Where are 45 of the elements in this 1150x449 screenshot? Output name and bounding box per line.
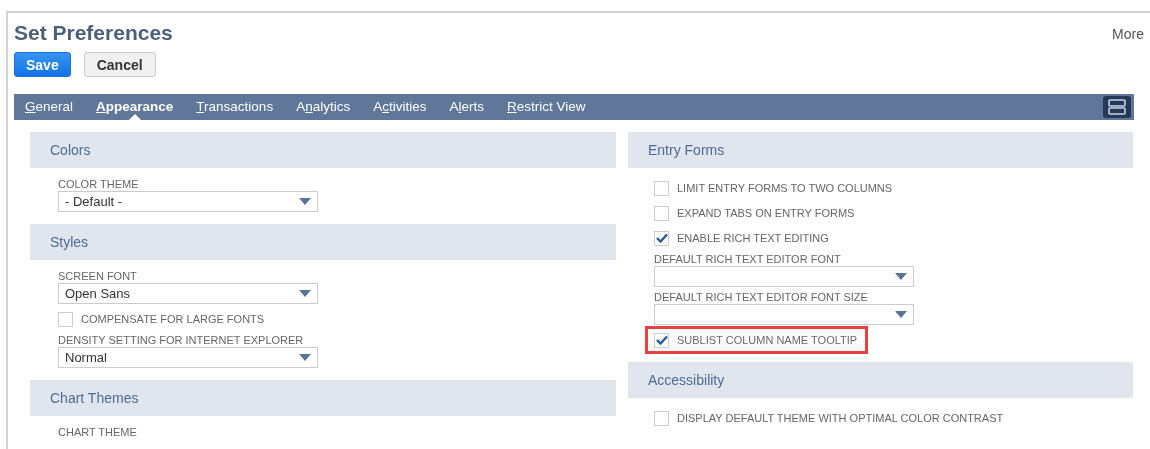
dropdown-field[interactable]: - Default - — [58, 191, 318, 212]
section-title: Accessibility — [648, 372, 725, 388]
save-button[interactable]: Save — [14, 52, 71, 77]
checkbox-label: DISPLAY DEFAULT THEME WITH OPTIMAL COLOR CONTRAST — [677, 412, 1004, 424]
caret-down-icon — [299, 289, 311, 298]
field-label: CHART THEME — [58, 426, 138, 438]
field-label: DEFAULT RICH TEXT EDITOR FONT SIZE — [654, 291, 869, 303]
checkbox[interactable] — [654, 332, 669, 348]
checkbox-label: COMPENSATE FOR LARGE FONTS — [81, 313, 265, 325]
caret-down-icon — [299, 197, 311, 206]
checkbox[interactable] — [58, 311, 73, 327]
checkbox[interactable] — [654, 180, 669, 196]
checkbox[interactable] — [654, 205, 669, 221]
caret-down-icon — [299, 353, 311, 362]
tab[interactable]: General — [25, 94, 74, 120]
page-title: Set Preferences — [14, 21, 173, 45]
caret-down-icon — [895, 310, 907, 319]
field-label: SCREEN FONT — [58, 270, 138, 282]
tab[interactable]: Analytics — [296, 94, 351, 120]
layout-toggle-icon[interactable] — [1103, 96, 1131, 118]
checkbox[interactable] — [654, 410, 669, 426]
dropdown-field[interactable] — [654, 266, 914, 287]
dropdown-field[interactable] — [654, 304, 914, 325]
tab[interactable]: Activities — [373, 94, 427, 120]
tab[interactable]: Appearance — [96, 94, 174, 120]
dropdown-field[interactable]: Normal — [58, 347, 318, 368]
field-label: DEFAULT RICH TEXT EDITOR FONT — [654, 253, 842, 265]
checkbox[interactable] — [654, 230, 669, 246]
checkbox-label: EXPAND TABS ON ENTRY FORMS — [677, 207, 855, 219]
section-title: Colors — [50, 142, 91, 158]
cancel-button[interactable]: Cancel — [83, 52, 156, 77]
dropdown-field[interactable]: Open Sans — [58, 283, 318, 304]
checkbox-label: SUBLIST COLUMN NAME TOOLTIP — [677, 334, 858, 346]
checkbox-label: ENABLE RICH TEXT EDITING — [677, 232, 829, 244]
section-title: Chart Themes — [50, 390, 139, 406]
tab[interactable]: Alerts — [449, 94, 484, 120]
checkbox-label: LIMIT ENTRY FORMS TO TWO COLUMNS — [677, 182, 893, 194]
section-title: Styles — [50, 234, 89, 250]
tab[interactable]: Transactions — [196, 94, 274, 120]
caret-down-icon — [895, 272, 907, 281]
field-label: COLOR THEME — [58, 178, 140, 190]
section-title: Entry Forms — [648, 142, 725, 158]
more-link[interactable]: More — [1112, 26, 1144, 77]
tab[interactable]: Restrict View — [507, 94, 586, 120]
field-label: DENSITY SETTING FOR INTERNET EXPLORER — [58, 334, 305, 346]
